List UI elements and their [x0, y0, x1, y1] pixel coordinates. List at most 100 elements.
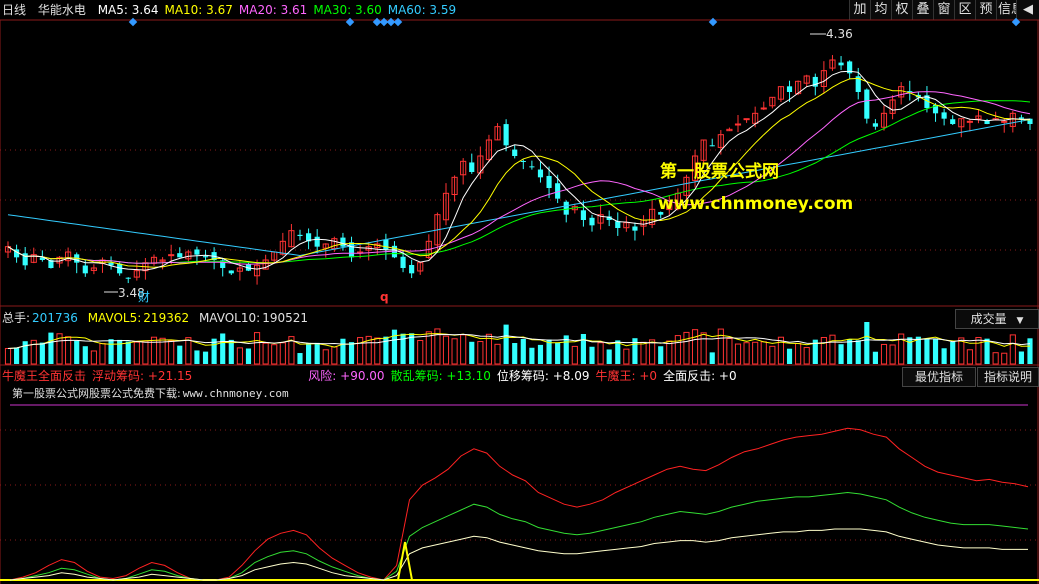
mavol10-label: MAVOL10:	[198, 311, 261, 325]
volume-bar	[520, 339, 526, 364]
volume-bar	[348, 342, 355, 364]
candle-body	[760, 107, 767, 110]
volume-bar	[39, 342, 45, 364]
volume-bar	[48, 332, 54, 364]
candle-body	[297, 234, 303, 236]
volume-bar	[898, 333, 905, 365]
volume-bar	[769, 345, 776, 365]
indicator-legend-item: 浮动筹码: +21.15	[92, 369, 193, 383]
download-url: www.chnmoney.com	[182, 387, 289, 400]
volume-bar	[262, 342, 269, 365]
indicator-legend-item: 牛魔王: +0	[595, 369, 658, 383]
finance-marker[interactable]: 财	[138, 290, 150, 304]
candle-body	[202, 256, 209, 258]
volume-bar	[674, 335, 681, 365]
volume-bar	[4, 347, 12, 365]
indicator-legend-item: 牛魔王全面反击	[2, 369, 87, 383]
mavol5-label: MAVOL5:	[87, 311, 142, 325]
volume-bar	[90, 350, 97, 365]
volume-bar	[666, 340, 673, 365]
chart-canvas	[0, 17, 1039, 584]
candle-body	[941, 112, 947, 119]
volume-bar	[469, 341, 475, 364]
candle-body	[512, 149, 518, 156]
volume-bar	[555, 342, 561, 364]
q-marker[interactable]: q	[380, 290, 389, 304]
watermark-url: www.chnmoney.com	[658, 194, 854, 214]
volume-bar	[99, 343, 106, 365]
total-volume-value: 201736	[32, 311, 78, 325]
candle-body	[734, 123, 742, 126]
candle-body	[589, 217, 595, 226]
volume-bar	[571, 345, 578, 365]
candle-body	[709, 145, 715, 147]
volume-bar	[14, 347, 20, 364]
candle-body	[786, 86, 793, 92]
candle-body	[537, 169, 544, 178]
volume-bar	[975, 336, 982, 365]
volume-bar	[709, 352, 715, 364]
volume-bar	[606, 349, 612, 364]
volume-bar	[880, 343, 888, 365]
candle-body	[950, 119, 956, 124]
mavol10-line	[7, 333, 1031, 349]
volume-bar	[529, 347, 535, 364]
candle-body	[563, 201, 569, 215]
volume-bar	[786, 348, 793, 364]
candle-body	[194, 249, 200, 255]
volume-bar	[615, 340, 621, 364]
ma10-line	[7, 77, 1031, 268]
volume-bar	[847, 338, 853, 364]
candle-body	[503, 124, 509, 146]
volume-bar	[992, 352, 999, 365]
event-diamond-icon	[345, 17, 355, 27]
volume-bar	[889, 344, 896, 365]
volume-bar	[580, 333, 586, 364]
event-diamond-icon	[1011, 17, 1021, 27]
best-indicator-button[interactable]: 最优指标	[902, 367, 976, 387]
volume-bar	[734, 343, 742, 365]
volume-bar	[537, 344, 544, 364]
mavol5-line	[7, 333, 1031, 349]
volume-bar	[932, 338, 939, 364]
indicator-help-button[interactable]: 指标说明	[977, 367, 1039, 387]
volume-bar	[924, 339, 930, 364]
volume-bar	[623, 348, 630, 365]
indicator-legend-item: 位移筹码: +8.09	[496, 369, 590, 383]
volume-bar	[726, 338, 733, 365]
volume-bar	[253, 332, 261, 365]
volume-bar	[314, 342, 320, 364]
volume-bar	[1009, 334, 1016, 365]
volume-bar	[795, 342, 802, 365]
volume-bar	[279, 342, 286, 365]
volume-bar	[168, 340, 175, 365]
candle-body	[520, 160, 526, 162]
volume-bar	[855, 340, 861, 364]
volume-bar	[752, 341, 759, 365]
volume-bar	[966, 349, 973, 365]
volume-bar	[477, 341, 484, 365]
volume-bar	[1027, 338, 1033, 364]
volume-bar	[760, 341, 767, 365]
indicator-legend-item: 全面反击: +0	[663, 369, 737, 383]
candle-body	[529, 166, 535, 168]
volume-bar	[245, 348, 252, 364]
volume-bar	[1001, 352, 1008, 365]
volume-bar	[228, 339, 234, 364]
volume-bar	[82, 346, 88, 364]
candle-body	[546, 175, 552, 188]
indicator-legend-item: 风险: +90.00	[308, 369, 385, 383]
volume-bar	[271, 344, 278, 365]
volume-bar	[717, 328, 724, 365]
volume-bar	[640, 341, 647, 365]
volume-bar	[649, 339, 656, 365]
volume-bar	[460, 334, 467, 365]
candle-body	[872, 123, 878, 127]
candle-body	[838, 62, 844, 66]
volume-bar	[236, 347, 243, 365]
volume-bar	[194, 350, 200, 364]
candle-body	[125, 277, 131, 279]
candle-body	[580, 210, 586, 220]
volume-dropdown[interactable]: 成交量 ▼	[955, 309, 1039, 329]
candle-body	[743, 118, 750, 121]
